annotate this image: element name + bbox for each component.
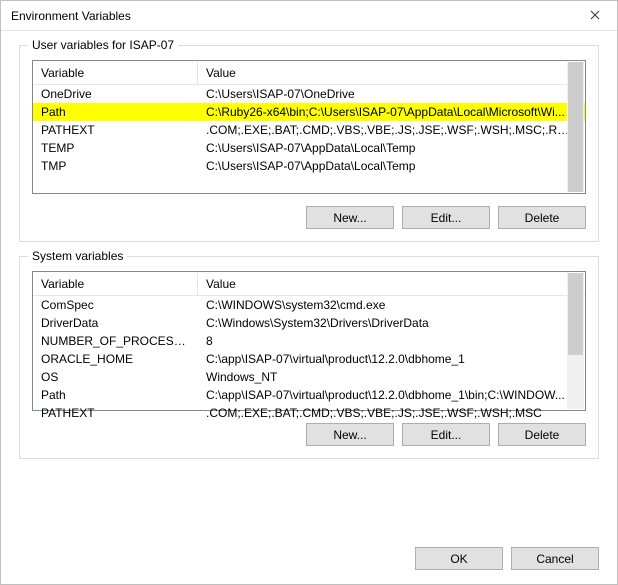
dialog-footer: OK Cancel [1, 543, 617, 584]
user-table-header: Variable Value [33, 61, 585, 85]
col-value[interactable]: Value [198, 62, 585, 84]
cell-value: C:\Ruby26-x64\bin;C:\Users\ISAP-07\AppDa… [198, 104, 585, 120]
cell-value: C:\WINDOWS\system32\cmd.exe [198, 297, 585, 313]
ok-button[interactable]: OK [415, 547, 503, 570]
cell-variable: ComSpec [33, 297, 198, 313]
col-value[interactable]: Value [198, 273, 585, 295]
scrollbar[interactable] [567, 62, 584, 192]
table-row[interactable]: PathC:\Ruby26-x64\bin;C:\Users\ISAP-07\A… [33, 103, 585, 121]
cell-variable: TEMP [33, 140, 198, 156]
sys-table-header: Variable Value [33, 272, 585, 296]
col-variable[interactable]: Variable [33, 62, 198, 84]
cell-value: C:\Users\ISAP-07\OneDrive [198, 86, 585, 102]
cell-variable: OneDrive [33, 86, 198, 102]
table-row[interactable]: PATHEXT.COM;.EXE;.BAT;.CMD;.VBS;.VBE;.JS… [33, 121, 585, 139]
table-row[interactable]: PathC:\app\ISAP-07\virtual\product\12.2.… [33, 386, 585, 404]
cell-variable: DriverData [33, 315, 198, 331]
system-variables-group: System variables Variable Value ComSpecC… [19, 256, 599, 459]
cell-variable: TMP [33, 158, 198, 174]
table-row[interactable]: TMPC:\Users\ISAP-07\AppData\Local\Temp [33, 157, 585, 175]
sys-group-legend: System variables [28, 249, 127, 263]
sys-table-body: ComSpecC:\WINDOWS\system32\cmd.exeDriver… [33, 296, 585, 410]
sys-new-button[interactable]: New... [306, 423, 394, 446]
close-icon [590, 9, 600, 23]
user-edit-button[interactable]: Edit... [402, 206, 490, 229]
table-row[interactable]: ComSpecC:\WINDOWS\system32\cmd.exe [33, 296, 585, 314]
titlebar: Environment Variables [1, 1, 617, 31]
cell-value: C:\Users\ISAP-07\AppData\Local\Temp [198, 158, 585, 174]
cell-value: 8 [198, 333, 585, 349]
dialog-content: User variables for ISAP-07 Variable Valu… [1, 31, 617, 543]
scroll-thumb[interactable] [568, 273, 583, 355]
env-vars-dialog: Environment Variables User variables for… [0, 0, 618, 585]
close-button[interactable] [572, 1, 617, 31]
cell-variable: ORACLE_HOME [33, 351, 198, 367]
cell-value: C:\app\ISAP-07\virtual\product\12.2.0\db… [198, 351, 585, 367]
cell-variable: Path [33, 387, 198, 403]
cell-value: Windows_NT [198, 369, 585, 385]
window-title: Environment Variables [11, 9, 572, 23]
sys-buttons: New... Edit... Delete [32, 423, 586, 446]
cell-variable: NUMBER_OF_PROCESSORS [33, 333, 198, 349]
cell-value: C:\Windows\System32\Drivers\DriverData [198, 315, 585, 331]
table-row[interactable]: NUMBER_OF_PROCESSORS8 [33, 332, 585, 350]
table-row[interactable]: OSWindows_NT [33, 368, 585, 386]
user-table-body: OneDriveC:\Users\ISAP-07\OneDrivePathC:\… [33, 85, 585, 193]
cell-variable: Path [33, 104, 198, 120]
scroll-thumb[interactable] [568, 62, 583, 192]
table-row[interactable]: TEMPC:\Users\ISAP-07\AppData\Local\Temp [33, 139, 585, 157]
cell-variable: PATHEXT [33, 122, 198, 138]
sys-edit-button[interactable]: Edit... [402, 423, 490, 446]
user-buttons: New... Edit... Delete [32, 206, 586, 229]
user-group-legend: User variables for ISAP-07 [28, 38, 178, 52]
cell-value: C:\app\ISAP-07\virtual\product\12.2.0\db… [198, 387, 585, 403]
user-delete-button[interactable]: Delete [498, 206, 586, 229]
scrollbar[interactable] [567, 273, 584, 409]
cell-value: C:\Users\ISAP-07\AppData\Local\Temp [198, 140, 585, 156]
sys-delete-button[interactable]: Delete [498, 423, 586, 446]
col-variable[interactable]: Variable [33, 273, 198, 295]
user-variables-table[interactable]: Variable Value OneDriveC:\Users\ISAP-07\… [32, 60, 586, 194]
cell-variable: PATHEXT [33, 405, 198, 421]
table-row[interactable]: DriverDataC:\Windows\System32\Drivers\Dr… [33, 314, 585, 332]
table-row[interactable]: PATHEXT.COM;.EXE;.BAT;.CMD;.VBS;.VBE;.JS… [33, 404, 585, 422]
cell-value: .COM;.EXE;.BAT;.CMD;.VBS;.VBE;.JS;.JSE;.… [198, 405, 585, 421]
cell-value: .COM;.EXE;.BAT;.CMD;.VBS;.VBE;.JS;.JSE;.… [198, 122, 585, 138]
table-row[interactable]: OneDriveC:\Users\ISAP-07\OneDrive [33, 85, 585, 103]
cancel-button[interactable]: Cancel [511, 547, 599, 570]
user-variables-group: User variables for ISAP-07 Variable Valu… [19, 45, 599, 242]
table-row[interactable]: ORACLE_HOMEC:\app\ISAP-07\virtual\produc… [33, 350, 585, 368]
system-variables-table[interactable]: Variable Value ComSpecC:\WINDOWS\system3… [32, 271, 586, 411]
user-new-button[interactable]: New... [306, 206, 394, 229]
cell-variable: OS [33, 369, 198, 385]
